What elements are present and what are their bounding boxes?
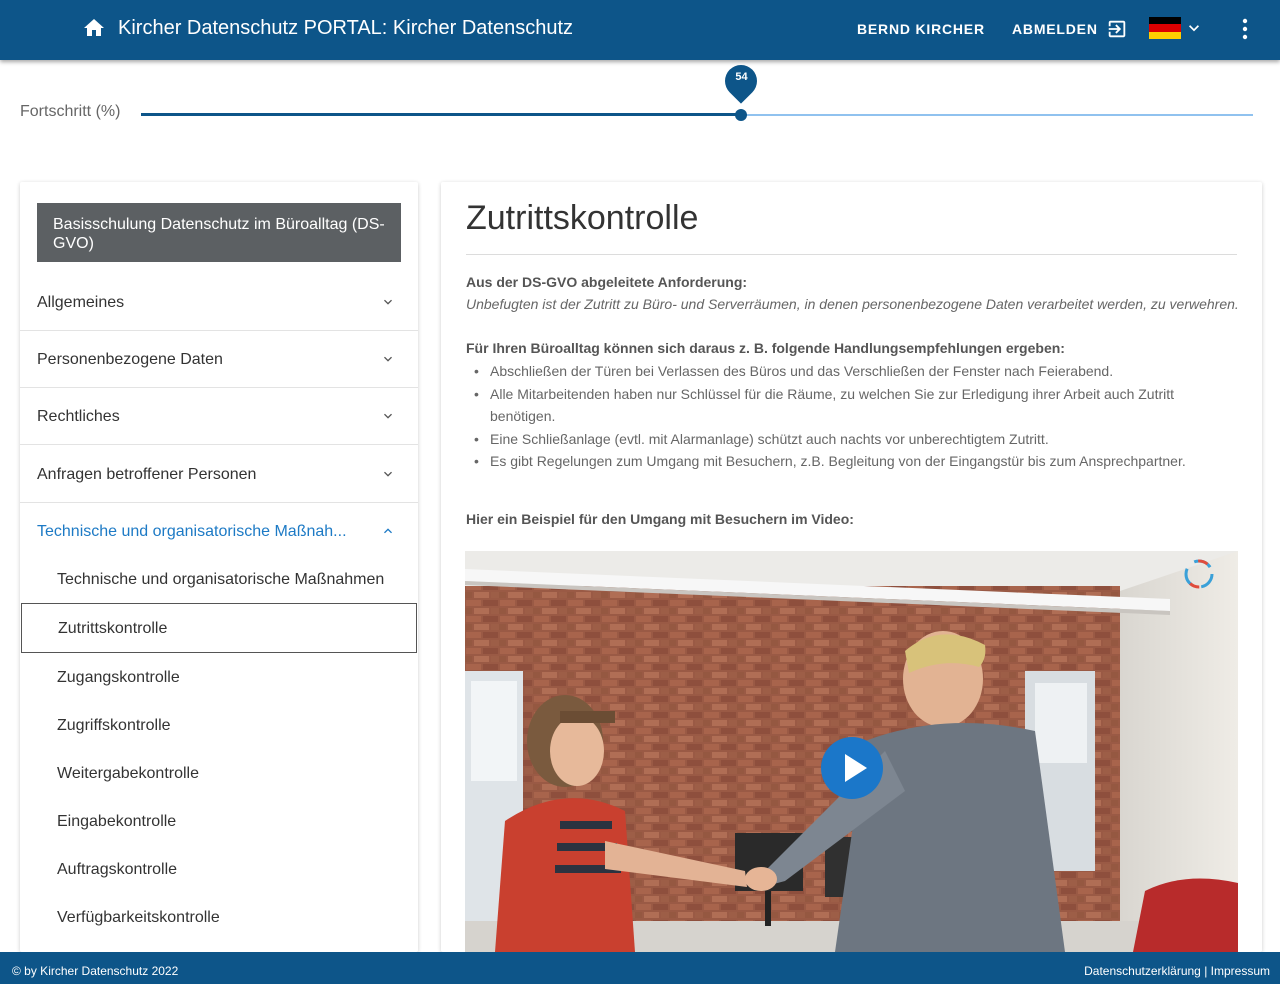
list-item: Alle Mitarbeitenden haben nur Schlüssel … [466,383,1216,428]
nav-item-label: Eingabekontrolle [57,813,177,830]
recommendations-heading: Für Ihren Büroalltag können sich daraus … [466,340,1065,356]
logout-label: ABMELDEN [1012,21,1098,37]
nav-section-label: Personenbezogene Daten [37,351,223,368]
nav-section-rechtliches[interactable]: Rechtliches [20,388,418,445]
nav-item-zugangskontrolle[interactable]: Zugangskontrolle [20,653,418,701]
nav-section-label: Allgemeines [37,294,125,311]
top-app-bar: Kircher Datenschutz PORTAL: Kircher Date… [0,0,1280,60]
copyright-text: © by Kircher Datenschutz 2022 [12,964,179,978]
nav-item-zugriffskontrolle[interactable]: Zugriffskontrolle [20,701,418,749]
nav-section-label: Technische und organisatorische Maßnah..… [37,523,347,540]
nav-item-eingabekontrolle[interactable]: Eingabekontrolle [20,797,418,845]
chevron-down-icon [384,413,392,419]
nav-item-label: Auftragskontrolle [57,861,178,878]
footer-links: Datenschutzerklärung | Impressum [1084,964,1270,978]
progress-label: Fortschritt (%) [20,103,121,120]
nav-item-auftragskontrolle[interactable]: Auftragskontrolle [20,845,418,893]
more-vert-icon[interactable] [1233,16,1257,42]
nav-section-allgemeines[interactable]: Allgemeines [20,274,418,331]
requirement-text: Unbefugten ist der Zutritt zu Büro- und … [466,296,1239,312]
slider-value-label: 54 [735,71,748,83]
nav-item-label: Zugriffskontrolle [57,717,171,734]
list-item: Es gibt Regelungen zum Umgang mit Besuch… [466,450,1216,473]
logout-icon [1108,20,1125,38]
chevron-down-icon [384,471,392,477]
title-divider [466,254,1237,255]
nav-section-anfragen[interactable]: Anfragen betroffener Personen [20,446,418,503]
nav-section-label: Rechtliches [37,408,120,425]
play-icon [845,754,867,782]
nav-section-tom[interactable]: Technische und organisatorische Maßnah..… [20,503,418,560]
nav-item-zutrittskontrolle[interactable]: Zutrittskontrolle [21,603,417,653]
course-title[interactable]: Basisschulung Datenschutz im Büroalltag … [37,203,401,262]
footer: © by Kircher Datenschutz 2022 Datenschut… [0,952,1280,984]
nav-item-label: Zugangskontrolle [57,669,180,686]
nav-item-label: Weitergabekontrolle [57,765,200,782]
nav-item-weitergabekontrolle[interactable]: Weitergabekontrolle [20,749,418,797]
privacy-link[interactable]: Datenschutzerklärung [1084,964,1201,978]
language-selector[interactable] [1149,17,1204,39]
link-separator: | [1200,964,1211,978]
nav-item-tom-overview[interactable]: Technische und organisatorische Maßnahme… [20,555,418,603]
chevron-down-icon [384,299,392,305]
user-button[interactable]: BERND KIRCHER [857,20,985,38]
slider-fill [141,113,742,116]
play-button[interactable] [821,737,883,799]
progress-slider[interactable]: 54 [141,58,1253,124]
course-navigation: Basisschulung Datenschutz im Büroalltag … [20,182,418,952]
chevron-up-icon [384,528,392,534]
home-icon[interactable] [82,16,106,40]
page-title: Zutrittskontrolle [466,199,699,237]
recommendations-list: Abschließen der Türen bei Verlassen des … [466,360,1216,473]
imprint-link[interactable]: Impressum [1211,964,1270,978]
nav-section-personenbezogene-daten[interactable]: Personenbezogene Daten [20,331,418,388]
nav-item-verfuegbarkeitskontrolle[interactable]: Verfügbarkeitskontrolle [20,893,418,941]
nav-item-label: Verfügbarkeitskontrolle [57,909,220,926]
nav-item-label: Zutrittskontrolle [58,620,168,637]
video-player[interactable] [465,551,1238,952]
lesson-content: Zutrittskontrolle Aus der DS-GVO abgelei… [441,182,1262,952]
chevron-down-icon [1189,25,1199,32]
german-flag-icon [1149,17,1181,39]
chevron-down-icon [384,356,392,362]
requirement-heading: Aus der DS-GVO abgeleitete Anforderung: [466,274,748,290]
app-title: Kircher Datenschutz PORTAL: Kircher Date… [118,17,573,39]
nav-item-label: Technische und organisatorische Maßnahme… [57,571,385,588]
list-item: Eine Schließanlage (evtl. mit Alarmanlag… [466,428,1216,451]
logout-button[interactable]: ABMELDEN [1012,18,1128,40]
nav-section-label: Anfragen betroffener Personen [37,466,257,483]
video-heading: Hier ein Beispiel für den Umgang mit Bes… [466,511,854,527]
slider-thumb[interactable] [735,109,748,121]
list-item: Abschließen der Türen bei Verlassen des … [466,360,1216,383]
